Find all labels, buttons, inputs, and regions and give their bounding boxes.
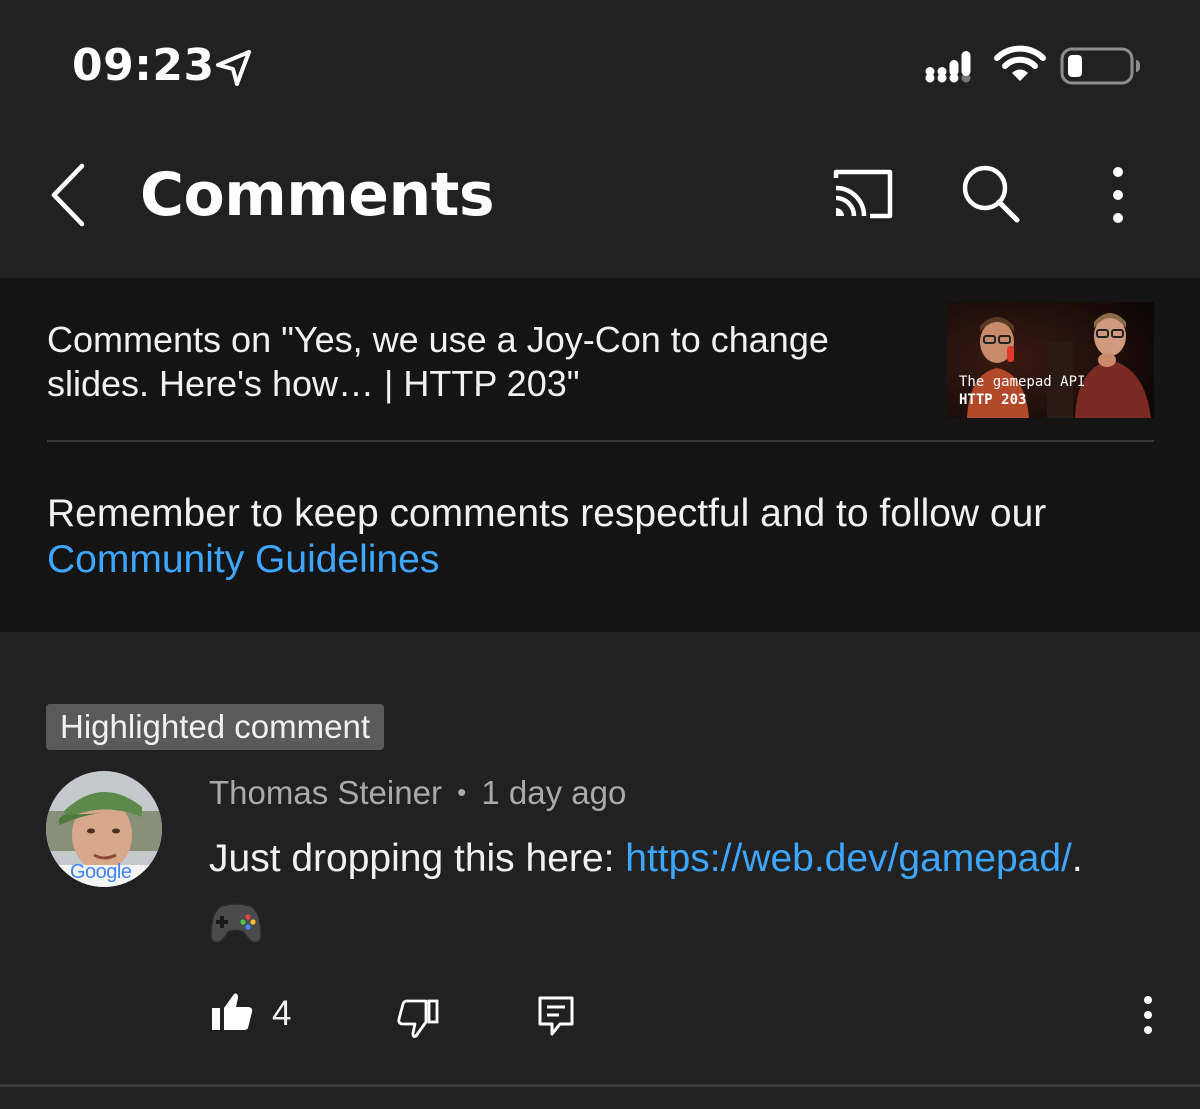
thumbs-up-icon[interactable] xyxy=(210,990,254,1034)
google-logo-text: Google xyxy=(70,861,132,883)
header-divider xyxy=(47,440,1154,442)
status-time: 09:23 xyxy=(72,40,215,91)
reply-icon[interactable] xyxy=(536,994,576,1038)
gamepad-icon xyxy=(210,903,262,944)
comment-link[interactable]: https://web.dev/gamepad/ xyxy=(625,837,1072,880)
thumbnail-title: The gamepad API xyxy=(959,374,1086,390)
guidelines-notice: Remember to keep comments respectful and… xyxy=(47,491,1157,583)
location-arrow-icon xyxy=(216,50,251,86)
more-vert-icon[interactable] xyxy=(1094,160,1142,230)
avatar-google-logo: Google xyxy=(70,861,132,884)
guidelines-text: Remember to keep comments respectful and… xyxy=(47,492,1047,535)
cellular-signal-icon xyxy=(925,51,971,83)
page-title: Comments xyxy=(140,160,495,230)
comments-header-panel: Comments on "Yes, we use a Joy-Con to ch… xyxy=(0,278,1200,632)
cast-icon[interactable] xyxy=(826,164,900,224)
comment-time: 1 day ago xyxy=(481,774,627,811)
comment-author[interactable]: Thomas Steiner xyxy=(209,774,442,811)
meta-separator: • xyxy=(457,777,467,807)
back-chevron-icon[interactable] xyxy=(36,160,100,230)
comment-meta: Thomas Steiner • 1 day ago xyxy=(209,774,626,812)
comment-body: Just dropping this here: https://web.dev… xyxy=(209,836,1169,882)
status-bar: 09:23 xyxy=(0,0,1200,130)
comment-text: Just dropping this here: xyxy=(209,837,626,880)
thumbs-down-icon[interactable] xyxy=(396,996,440,1040)
like-count: 4 xyxy=(272,994,292,1033)
video-caption: Comments on "Yes, we use a Joy-Con to ch… xyxy=(47,319,829,404)
wifi-icon xyxy=(994,45,1046,81)
avatar[interactable]: Google xyxy=(46,771,162,887)
comment-divider xyxy=(0,1084,1200,1087)
search-icon[interactable] xyxy=(955,158,1025,228)
video-thumbnail[interactable]: The gamepad API HTTP 203 xyxy=(947,302,1154,418)
battery-icon xyxy=(1060,47,1140,85)
thumbnail-subtitle: HTTP 203 xyxy=(959,392,1027,408)
community-guidelines-link[interactable]: Community Guidelines xyxy=(47,538,439,581)
comment-more-vert-icon[interactable] xyxy=(1130,992,1166,1038)
highlighted-comment-badge: Highlighted comment xyxy=(46,704,384,750)
app-bar: Comments xyxy=(0,130,1200,278)
comment-text-suffix: . xyxy=(1071,837,1083,880)
